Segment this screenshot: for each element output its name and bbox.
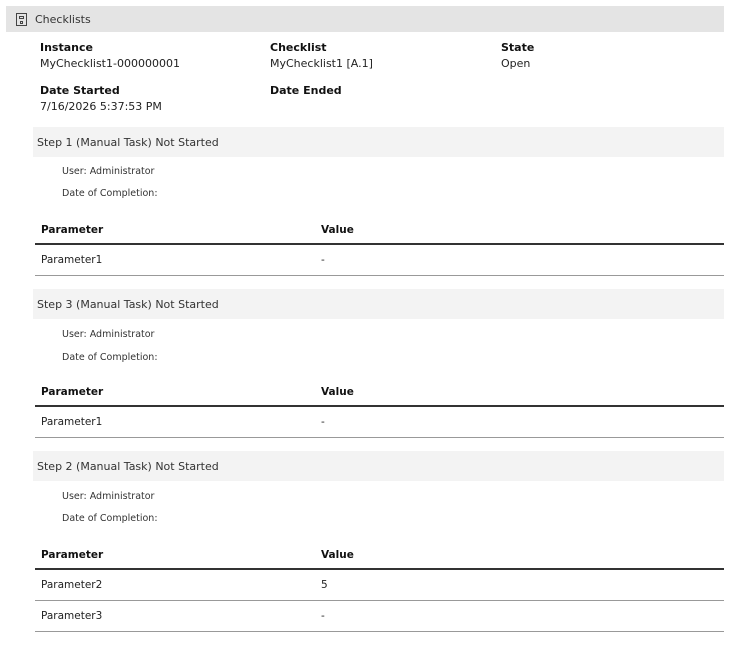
checklist-value: MyChecklist1 [A.1] bbox=[270, 57, 373, 70]
parameter-column-header: Parameter bbox=[35, 379, 315, 407]
step-user: User: Administrator bbox=[62, 166, 155, 177]
value-cell: - bbox=[315, 406, 724, 438]
parameter-table: Parameter Value Parameter2 5 Parameter3 … bbox=[35, 542, 724, 632]
step-header: Step 2 (Manual Task) Not Started bbox=[33, 451, 724, 481]
table-row: Parameter3 - bbox=[35, 600, 724, 632]
value-cell: - bbox=[315, 244, 724, 276]
instance-label: Instance bbox=[40, 41, 93, 54]
state-value: Open bbox=[501, 57, 531, 70]
table-header-row: Parameter Value bbox=[35, 379, 724, 407]
checklist-icon bbox=[16, 12, 27, 26]
parameter-cell: Parameter3 bbox=[35, 600, 315, 632]
table-header-row: Parameter Value bbox=[35, 542, 724, 570]
parameter-column-header: Parameter bbox=[35, 217, 315, 245]
parameter-column-header: Parameter bbox=[35, 542, 315, 570]
step-title: Step 2 (Manual Task) Not Started bbox=[37, 459, 219, 473]
value-cell: 5 bbox=[315, 569, 724, 601]
date-started-field: Date Started 7/16/2026 5:37:53 PM bbox=[40, 84, 162, 113]
value-column-header: Value bbox=[315, 542, 724, 570]
table-header-row: Parameter Value bbox=[35, 217, 724, 245]
step-user: User: Administrator bbox=[62, 491, 155, 502]
table-row: Parameter1 - bbox=[35, 406, 724, 438]
step-header: Step 1 (Manual Task) Not Started bbox=[33, 127, 724, 157]
header-title: Checklists bbox=[35, 12, 91, 26]
instance-value: MyChecklist1-000000001 bbox=[40, 57, 180, 70]
value-column-header: Value bbox=[315, 379, 724, 407]
step-header: Step 3 (Manual Task) Not Started bbox=[33, 289, 724, 319]
parameter-table: Parameter Value Parameter1 - bbox=[35, 217, 724, 276]
date-ended-field: Date Ended bbox=[270, 84, 342, 100]
checklist-field: Checklist MyChecklist1 [A.1] bbox=[270, 41, 373, 70]
state-field: State Open bbox=[501, 41, 534, 70]
checklist-label: Checklist bbox=[270, 41, 327, 54]
table-row: Parameter1 - bbox=[35, 244, 724, 276]
step-completion-date: Date of Completion: bbox=[62, 352, 158, 363]
parameter-cell: Parameter1 bbox=[35, 406, 315, 438]
step-title: Step 1 (Manual Task) Not Started bbox=[37, 135, 219, 149]
table-row: Parameter2 5 bbox=[35, 569, 724, 601]
date-started-label: Date Started bbox=[40, 84, 120, 97]
value-column-header: Value bbox=[315, 217, 724, 245]
state-label: State bbox=[501, 41, 535, 54]
parameter-cell: Parameter2 bbox=[35, 569, 315, 601]
instance-field: Instance MyChecklist1-000000001 bbox=[40, 41, 180, 70]
value-cell: - bbox=[315, 600, 724, 632]
step-completion-date: Date of Completion: bbox=[62, 513, 158, 524]
step-user: User: Administrator bbox=[62, 329, 155, 340]
step-title: Step 3 (Manual Task) Not Started bbox=[37, 297, 219, 311]
parameter-table: Parameter Value Parameter1 - bbox=[35, 379, 724, 438]
step-completion-date: Date of Completion: bbox=[62, 188, 158, 199]
parameter-cell: Parameter1 bbox=[35, 244, 315, 276]
date-started-value: 7/16/2026 5:37:53 PM bbox=[40, 100, 162, 113]
date-ended-label: Date Ended bbox=[270, 84, 342, 97]
checklists-header: Checklists bbox=[6, 6, 724, 32]
